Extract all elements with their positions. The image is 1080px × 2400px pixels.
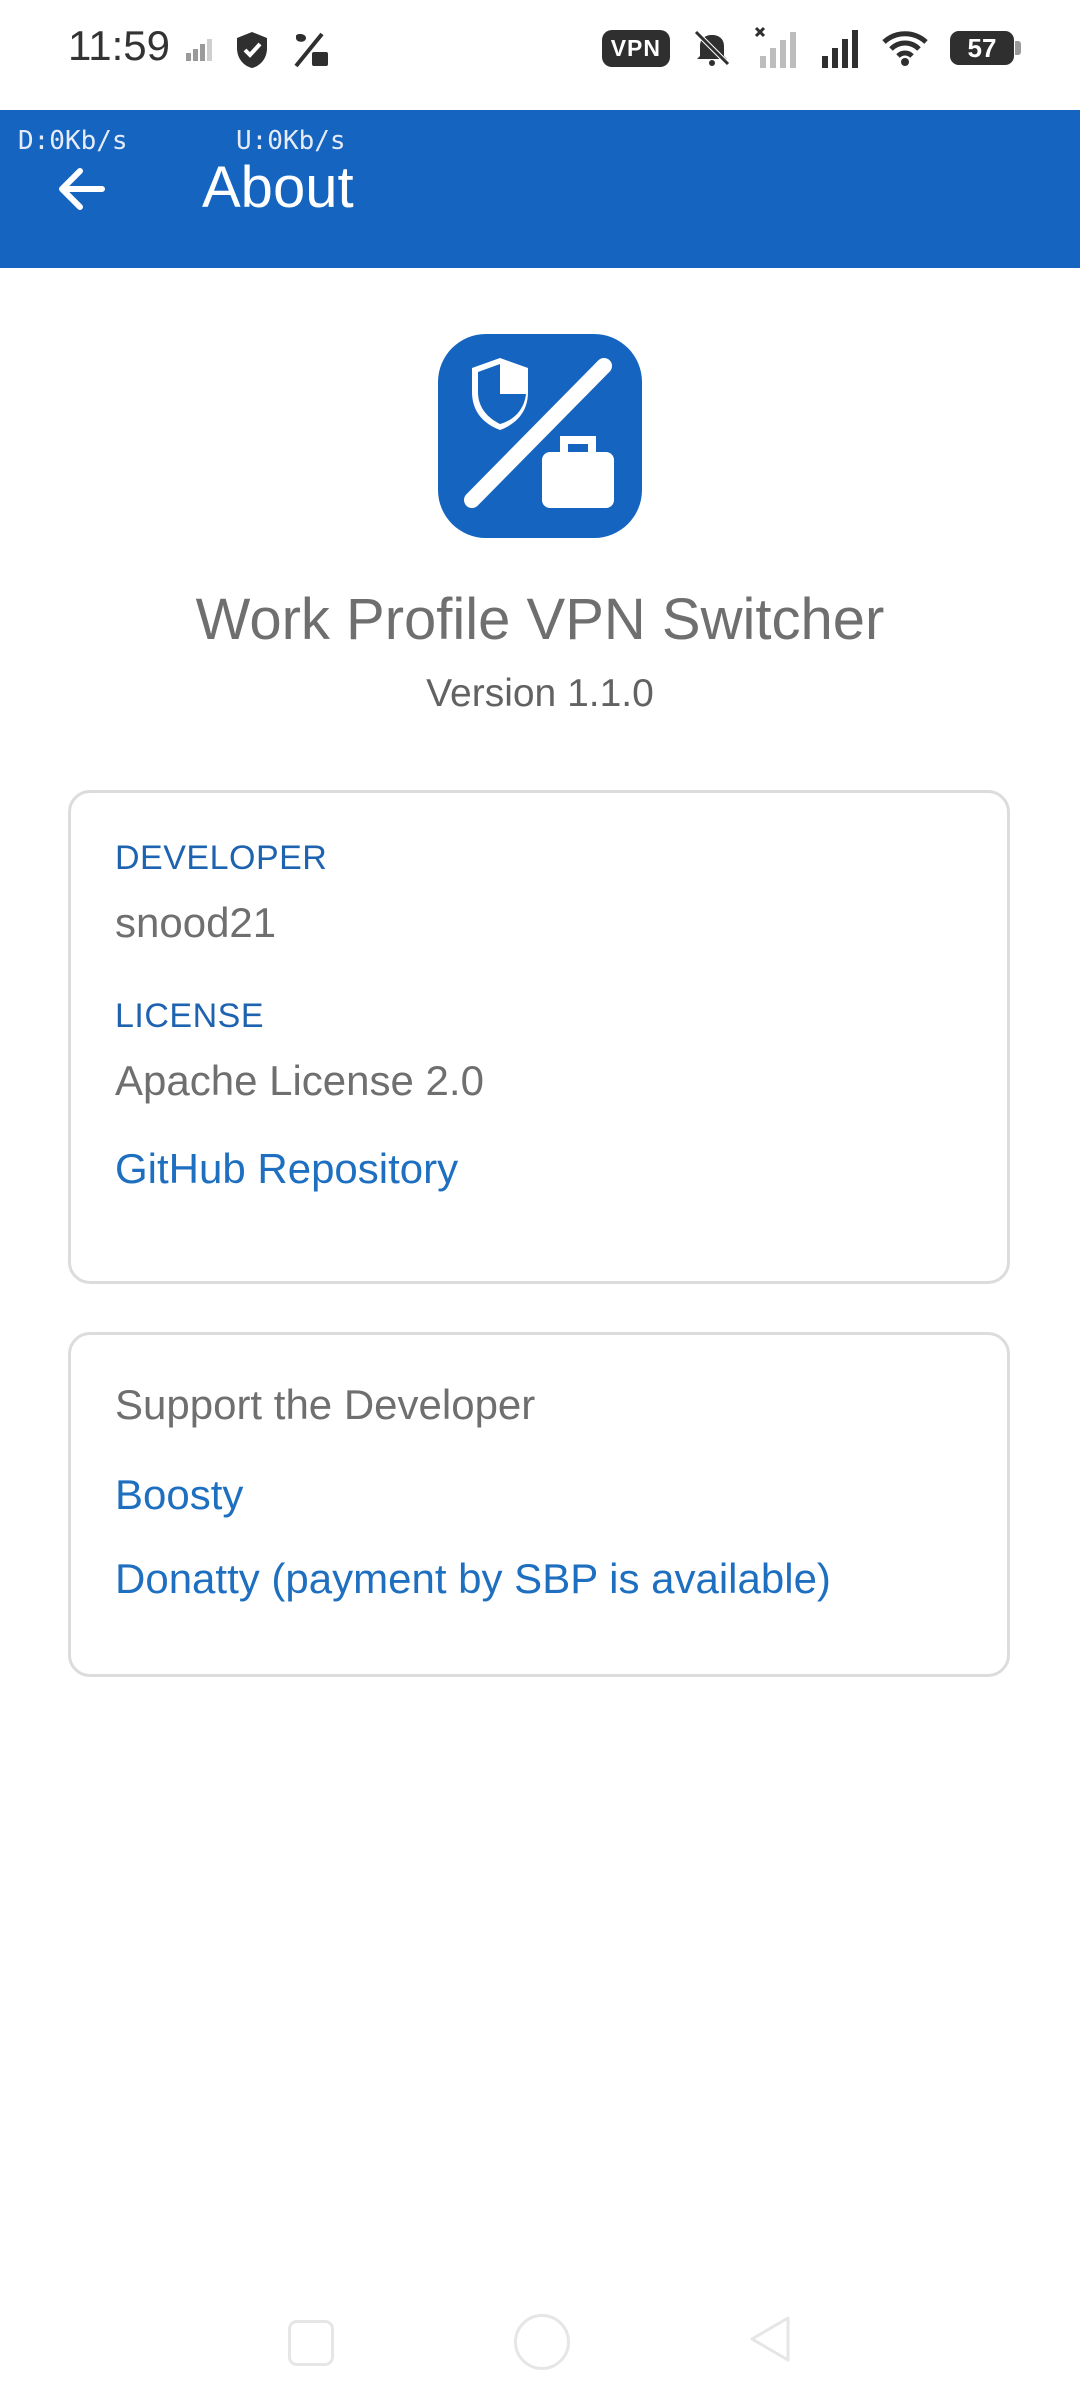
status-right-icons: VPN 57 [601,26,1021,70]
app-version: Version 1.1.0 [426,672,654,715]
page-title: About [202,155,354,220]
status-time: 11:59 [68,22,170,69]
signal-icon [822,30,858,68]
support-card: Support the Developer Boosty Donatty (pa… [68,1332,1010,1677]
battery-icon: 57 [950,31,1021,65]
license-value: Apache License 2.0 [115,1057,484,1104]
app-name: Work Profile VPN Switcher [195,587,885,652]
developer-label: DEVELOPER [115,839,328,877]
net-speed-up: U:0Kb/s [236,126,346,156]
navigation-bar [0,2290,1080,2400]
back-button[interactable] [46,154,116,224]
app-bar: D:0Kb/s U:0Kb/s About [0,110,1080,268]
home-button[interactable] [514,2314,570,2370]
donatty-link[interactable]: Donatty (payment by SBP is available) [115,1555,831,1603]
support-title: Support the Developer [115,1381,536,1428]
net-speed-down: D:0Kb/s [18,126,128,156]
license-label: LICENSE [115,997,264,1035]
no-signal-icon [754,26,796,68]
nav-back-icon[interactable] [748,2314,792,2364]
vpn-badge: VPN [601,29,670,67]
github-repository-link[interactable]: GitHub Repository [115,1145,458,1193]
wifi-icon [882,31,928,66]
work-off-icon [294,32,328,68]
app-logo-icon [464,358,614,508]
recents-button[interactable] [288,2320,334,2366]
shield-icon [237,32,267,68]
boosty-link[interactable]: Boosty [115,1471,243,1519]
mute-icon [694,30,730,66]
developer-value: snood21 [115,899,277,946]
battery-level: 57 [967,32,997,63]
signal-small-icon [186,39,212,61]
arrow-back-icon [59,168,105,210]
status-left-icons [186,30,330,70]
info-card: DEVELOPER snood21 LICENSE Apache License… [68,790,1010,1284]
app-logo [438,334,642,538]
status-bar: 11:59 VPN 57 [0,0,1080,110]
